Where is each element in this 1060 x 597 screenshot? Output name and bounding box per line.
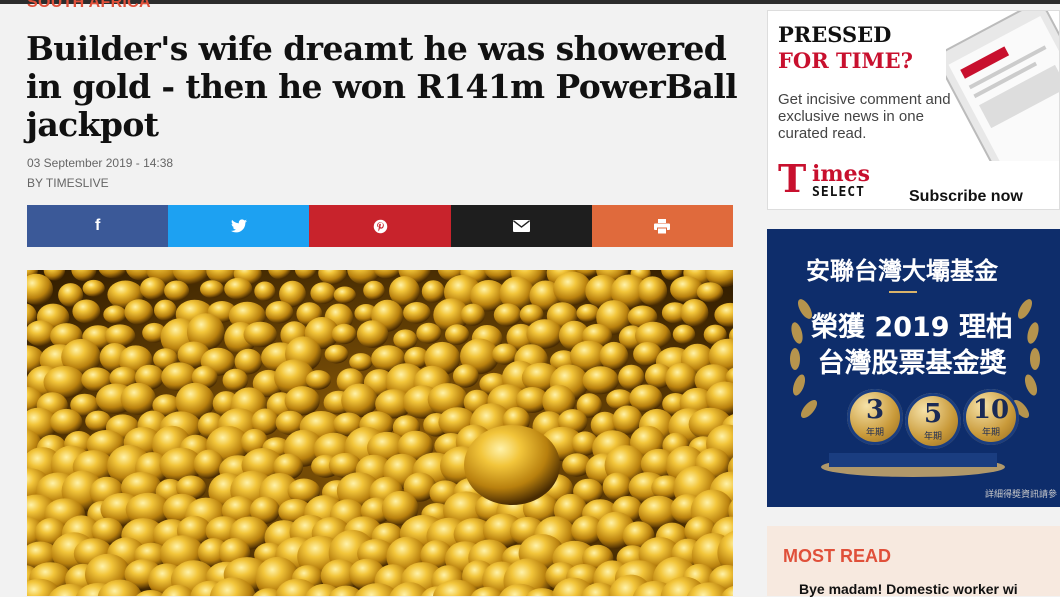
share-bar: f <box>27 205 734 247</box>
share-twitter-button[interactable] <box>168 205 310 247</box>
gold-grain <box>393 329 418 350</box>
gold-grain <box>224 277 253 300</box>
share-facebook-button[interactable]: f <box>27 205 169 247</box>
most-read-heading: MOST READ <box>783 546 891 566</box>
gold-grain <box>124 299 154 325</box>
phone-illustration <box>946 11 1059 161</box>
gold-grain <box>331 323 357 345</box>
times-select-label: SELECT <box>812 185 865 200</box>
medal-5-year: 5 年期 <box>905 393 961 449</box>
medal-unit: 年期 <box>981 428 1000 438</box>
ad-headline-line2: FOR TIME? <box>778 48 913 73</box>
most-read-panel: MOST READ Bye madam! Domestic worker wi <box>767 526 1060 597</box>
times-select-ad[interactable]: PRESSED FOR TIME? Get incisive comment a… <box>767 10 1060 210</box>
gold-grain <box>680 299 709 327</box>
times-logo-text: imes <box>812 161 871 187</box>
twitter-icon <box>230 219 247 233</box>
gold-grain <box>324 344 349 364</box>
gold-grain <box>164 280 190 302</box>
pinterest-icon <box>373 219 387 233</box>
section-label[interactable]: SOUTH AFRICA <box>27 0 151 12</box>
print-icon <box>654 218 671 234</box>
article-hero-image <box>27 270 733 596</box>
share-pinterest-button[interactable] <box>309 205 451 247</box>
article-headline: Builder's wife dreamt he was showered in… <box>26 29 738 144</box>
gold-grain <box>696 282 724 303</box>
gold-grain <box>120 382 156 415</box>
medal-3-year: 3 年期 <box>847 389 903 445</box>
gold-grain <box>421 280 445 303</box>
gold-grain <box>254 281 276 302</box>
gold-grain <box>576 304 600 323</box>
gold-grain <box>200 280 224 298</box>
gold-grain <box>416 322 442 344</box>
gold-grain <box>445 324 470 345</box>
gold-grain <box>310 282 337 304</box>
article-date: 03 September 2019 - 14:38 <box>27 156 174 170</box>
gold-grain <box>72 299 101 324</box>
gold-grain <box>363 280 385 300</box>
share-email-button[interactable] <box>450 205 592 247</box>
gold-grain <box>599 341 629 371</box>
medal-unit: 年期 <box>923 432 942 442</box>
gold-grain <box>582 366 619 395</box>
award-line-1: 榮獲 2019 理柏 <box>811 312 1013 343</box>
large-gold-nugget <box>464 425 560 505</box>
gold-grain <box>305 370 332 390</box>
gold-grain <box>460 303 485 326</box>
gold-grain <box>492 343 518 365</box>
gold-grain <box>333 286 356 304</box>
gold-grain <box>243 321 277 348</box>
subscribe-now-link[interactable]: Subscribe now <box>909 188 1023 206</box>
medal-unit: 年期 <box>865 428 884 438</box>
ad-headline-line1: PRESSED <box>778 22 892 47</box>
gold-grain <box>349 353 373 371</box>
medal-number: 10 <box>972 395 1010 425</box>
times-logo-initial: T <box>778 156 807 201</box>
award-line-2: 台灣股票基金獎 <box>817 348 1007 379</box>
gold-grain <box>103 305 127 324</box>
ad-description: Get incisive comment and exclusive news … <box>778 91 951 142</box>
gold-grains-photo <box>27 270 733 596</box>
facebook-icon: f <box>94 217 101 234</box>
gold-grain <box>493 303 522 327</box>
article-byline: BY TIMESLIVE <box>27 176 109 190</box>
gold-grain <box>672 324 696 344</box>
gold-grain <box>140 277 166 300</box>
most-read-item[interactable]: Bye madam! Domestic worker wi <box>799 581 1018 597</box>
gold-grain <box>265 301 294 324</box>
gold-grain <box>82 279 105 297</box>
fund-title: 安聯台灣大壩基金 <box>806 257 998 285</box>
title-divider <box>889 291 917 293</box>
gold-grain <box>154 299 177 321</box>
mail-icon <box>512 220 530 232</box>
medal-number: 5 <box>923 399 943 429</box>
top-bar <box>0 0 1060 4</box>
print-button[interactable] <box>591 205 734 247</box>
gold-grain <box>403 302 431 324</box>
gold-grain <box>356 320 389 348</box>
medal-10-year: 10 年期 <box>963 389 1019 445</box>
gold-grain <box>637 276 668 306</box>
gold-grain <box>452 364 479 388</box>
ad-fine-print: 詳細得獎資訊請參 <box>985 490 1058 500</box>
gold-grain <box>193 449 224 479</box>
allianz-fund-ad[interactable]: 安聯台灣大壩基金 榮獲 2019 理柏 台灣股票基金獎 3 年期 5 年期 10… <box>767 229 1060 507</box>
medal-number: 3 <box>865 395 885 425</box>
